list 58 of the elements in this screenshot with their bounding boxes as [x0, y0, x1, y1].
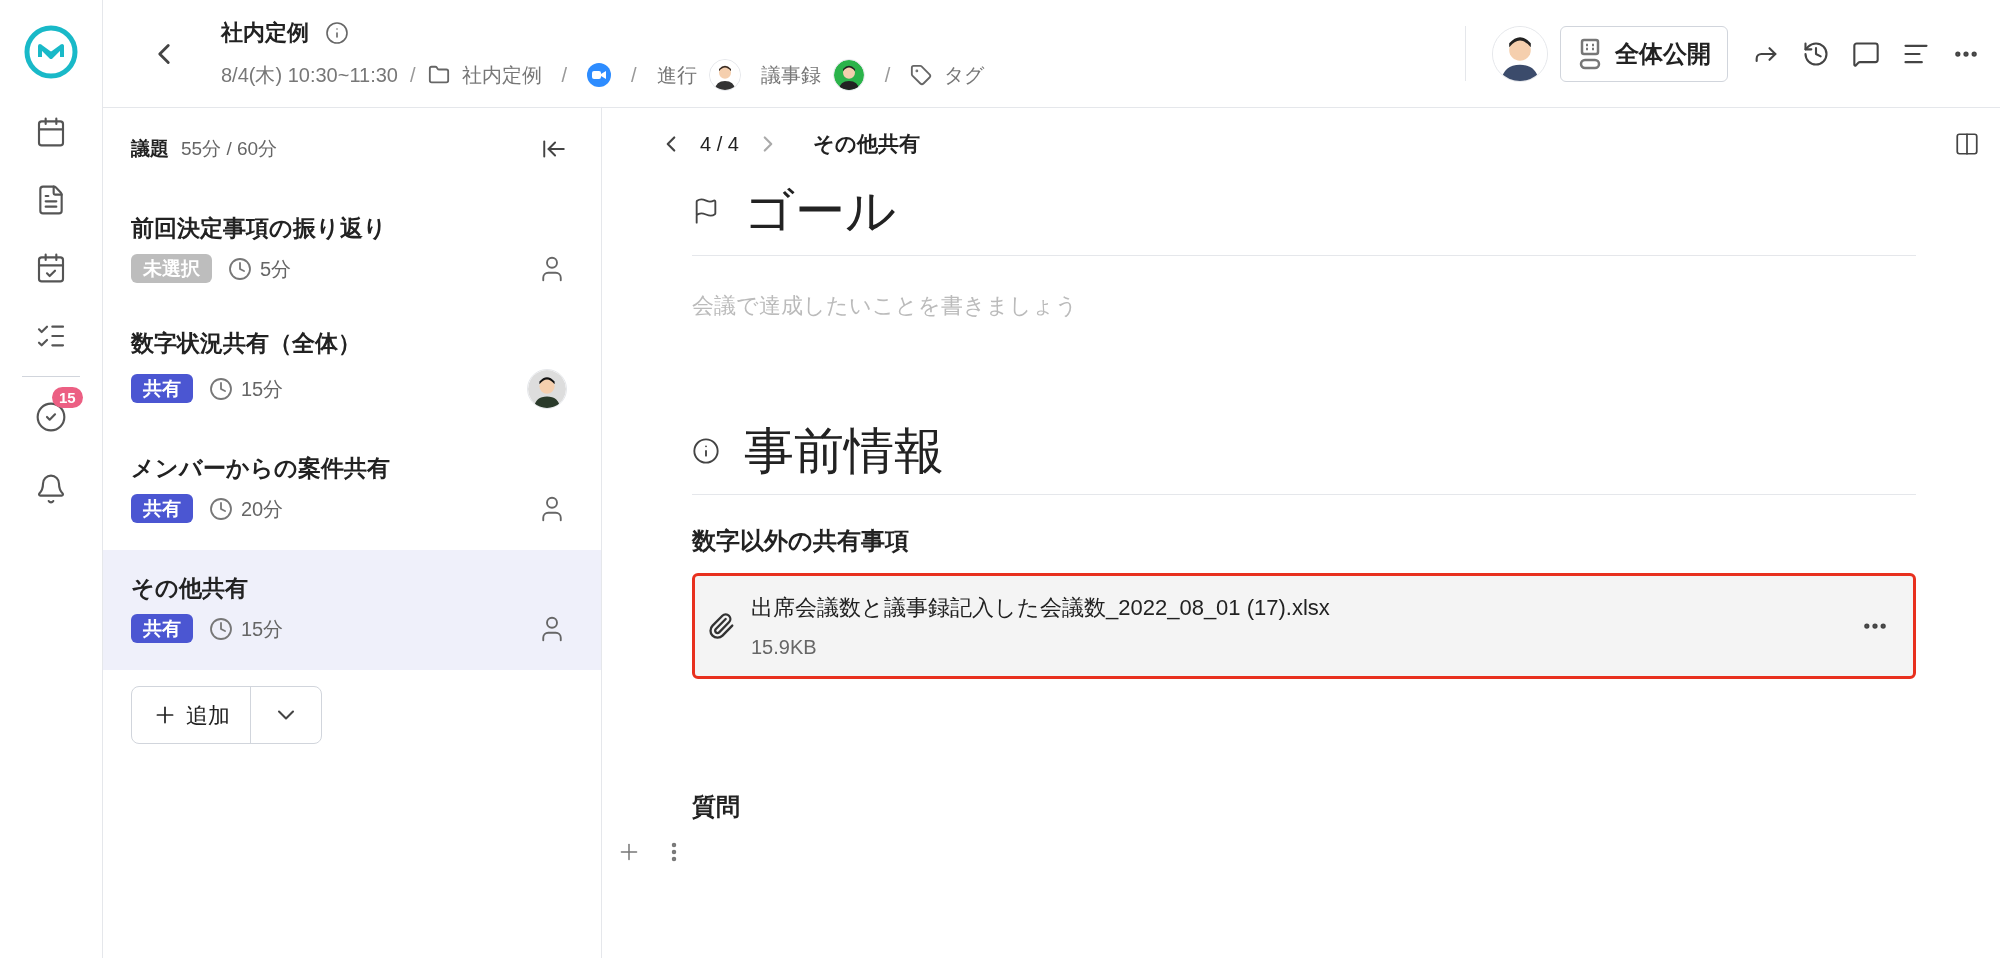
meeting-title: 社内定例 [221, 19, 309, 47]
agenda-title: 議題 [131, 136, 169, 161]
folder-icon [427, 64, 450, 86]
split-view-icon[interactable] [1954, 131, 1980, 157]
goal-input[interactable]: 会議で達成したいことを書きましょう [692, 285, 1916, 326]
add-button[interactable]: 追加 [132, 687, 250, 743]
duration: 20分 [241, 496, 284, 522]
comment-icon[interactable] [1852, 39, 1880, 68]
info-icon [692, 436, 720, 465]
folder-link[interactable]: 社内定例 [461, 60, 542, 90]
tag-icon [910, 64, 933, 86]
duration: 15分 [241, 376, 284, 402]
separator: / [884, 63, 891, 88]
minutes-label: 議事録 [760, 63, 821, 88]
page-counter: 4 / 4 [700, 132, 739, 157]
info-heading: 事前情報 [744, 421, 944, 481]
status-badge: 共有 [131, 494, 193, 523]
attachment-card[interactable]: 出席会議数と議事録記入した会議数_2022_08_01 (17).xlsx 15.9KB [692, 573, 1916, 679]
paperclip-icon [707, 612, 735, 640]
clock-icon [209, 496, 233, 521]
separator: / [561, 63, 568, 88]
info-icon[interactable] [325, 20, 349, 45]
calendar-icon[interactable] [35, 116, 67, 148]
meeting-datetime: 8/4(木) 10:30~11:30 [221, 63, 398, 88]
separator: / [631, 63, 637, 88]
clock-icon [228, 256, 252, 281]
calendar-check-icon[interactable] [35, 252, 67, 284]
goal-heading: ゴール [744, 182, 896, 241]
attachment-size: 15.9KB [751, 634, 818, 660]
status-badge: 共有 [131, 614, 193, 643]
add-split-button[interactable]: 追加 [131, 686, 322, 744]
duration: 5分 [260, 256, 292, 282]
agenda-item-title: 前回決定事項の振り返り [131, 216, 388, 240]
section-subheading: 数字以外の共有事項 [692, 526, 910, 556]
facilitator-avatar [708, 59, 741, 91]
history-icon[interactable] [1802, 39, 1830, 68]
topic-title: その他共有 [812, 131, 920, 158]
facilitator-label: 進行 [656, 63, 697, 88]
question-heading: 質問 [692, 792, 741, 822]
agenda-item-title: 数字状況共有（全体） [131, 331, 362, 355]
agenda-item[interactable]: その他共有 共有 15分 [103, 550, 601, 670]
tag-link[interactable]: タグ [944, 60, 985, 90]
bell-icon[interactable] [35, 473, 67, 505]
agenda-item-title: その他共有 [131, 576, 249, 600]
notification-badge: 15 [52, 387, 83, 408]
agenda-item-title: メンバーからの案件共有 [131, 456, 391, 480]
task-check-icon[interactable] [35, 401, 67, 433]
status-badge: 共有 [131, 374, 193, 403]
clock-icon [209, 616, 233, 641]
separator: / [410, 63, 416, 88]
duration: 15分 [241, 616, 284, 642]
status-badge: 未選択 [131, 254, 212, 283]
video-icon[interactable] [587, 63, 612, 87]
publish-button[interactable]: 全体公開 [1560, 25, 1728, 82]
agenda-time-total: 55分 / 60分 [181, 136, 278, 161]
attachment-name: 出席会議数と議事録記入した会議数_2022_08_01 (17).xlsx [751, 593, 1330, 622]
clock-icon [209, 376, 233, 401]
minutes-taker-avatar [832, 59, 865, 91]
